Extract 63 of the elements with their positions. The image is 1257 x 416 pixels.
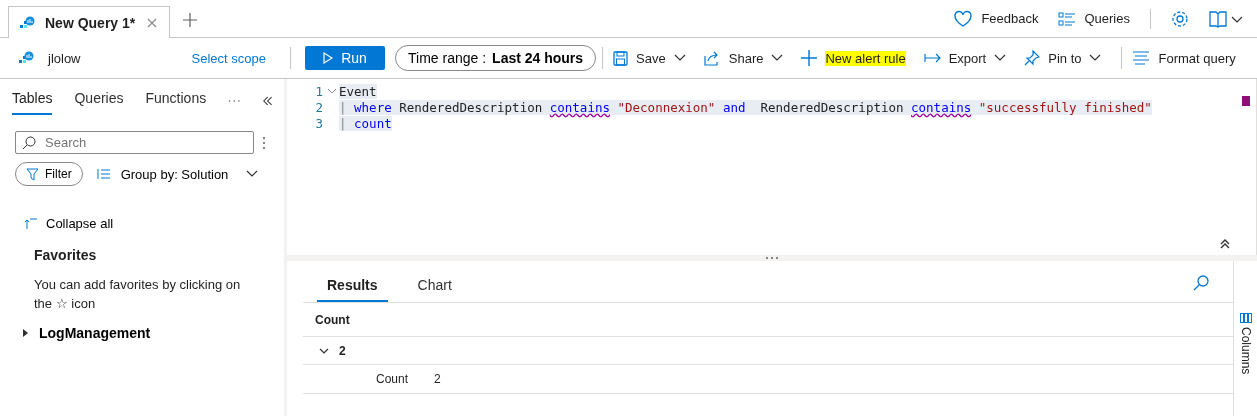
toolbar-button[interactable]: Export — [919, 48, 1011, 68]
chevron-down-icon — [994, 54, 1007, 62]
filter-icon — [26, 167, 39, 181]
results-tab[interactable]: Results — [317, 267, 388, 302]
list-icon — [1058, 11, 1077, 26]
sidebar-tab[interactable]: Functions — [145, 87, 207, 115]
toolbar-button[interactable]: Share — [699, 48, 788, 68]
header-action[interactable]: Queries — [1058, 11, 1130, 26]
collapse-all-button[interactable]: Collapse all — [24, 216, 114, 231]
time-range-button[interactable]: Time range : Last 24 hours — [395, 45, 597, 71]
list-icon — [96, 168, 111, 180]
field-value: 2 — [434, 372, 441, 386]
settings-icon[interactable] — [1171, 9, 1189, 28]
chevron-down-icon — [673, 54, 686, 62]
query-tab[interactable]: New Query 1* — [8, 6, 171, 38]
logs-icon — [18, 50, 34, 66]
field-label: Count — [376, 372, 409, 386]
more-vertical-icon[interactable] — [262, 135, 266, 150]
format-query-button[interactable]: Format query — [1128, 48, 1240, 68]
columns-icon — [1239, 313, 1252, 323]
tree-item[interactable]: LogManagement — [21, 325, 151, 341]
header-action[interactable]: Feedback — [953, 9, 1039, 28]
share-icon — [703, 50, 721, 66]
arrow-right-icon — [923, 53, 941, 63]
favorites-hint: You can add favorites by clicking on the ☆ icon — [34, 276, 242, 313]
text-lines-icon — [1132, 51, 1151, 65]
line-number: 1 — [314, 83, 324, 99]
columns-panel-tab[interactable]: Columns — [1238, 327, 1253, 375]
play-icon — [323, 52, 334, 64]
chevron-down-icon — [245, 170, 258, 178]
chevron-down-icon — [771, 54, 784, 62]
collapse-icon — [24, 217, 38, 230]
group-value: 2 — [339, 343, 346, 358]
workspace-name: jlolow — [48, 50, 81, 66]
book-icon[interactable] — [1209, 9, 1243, 28]
toolbar-button[interactable]: Save — [609, 48, 690, 68]
line-number: 2 — [314, 99, 324, 115]
sidebar-tab[interactable]: Queries — [74, 87, 124, 115]
more-icon[interactable] — [228, 99, 241, 103]
heart-icon — [953, 9, 974, 28]
sidebar-tab[interactable]: Tables — [12, 87, 53, 115]
group-by-dropdown[interactable]: Group by: Solution — [96, 166, 258, 182]
save-icon — [613, 50, 629, 66]
splitter-handle-icon[interactable] — [766, 257, 778, 259]
toolbar-button[interactable]: Pin to — [1020, 48, 1106, 68]
results-tab[interactable]: Chart — [407, 267, 462, 302]
scroll-marker — [1242, 96, 1250, 106]
search-field[interactable]: Search — [15, 131, 254, 154]
add-tab-icon[interactable] — [182, 12, 199, 28]
section-title: Favorites — [34, 247, 98, 263]
run-button[interactable]: Run — [305, 46, 385, 70]
fold-icon[interactable] — [327, 88, 337, 94]
plus-icon — [801, 50, 818, 66]
line-number: 3 — [314, 115, 324, 131]
filter-button[interactable]: Filter — [15, 162, 83, 186]
expand-up-icon[interactable] — [1220, 239, 1230, 249]
search-icon[interactable] — [1193, 274, 1209, 291]
collapse-panel-icon[interactable] — [262, 95, 272, 107]
column-header[interactable]: Count — [315, 312, 350, 327]
select-scope-link[interactable]: Select scope — [191, 50, 266, 66]
pin-icon — [1024, 50, 1041, 66]
logs-icon — [19, 14, 35, 31]
chevron-down-icon — [1089, 54, 1102, 62]
